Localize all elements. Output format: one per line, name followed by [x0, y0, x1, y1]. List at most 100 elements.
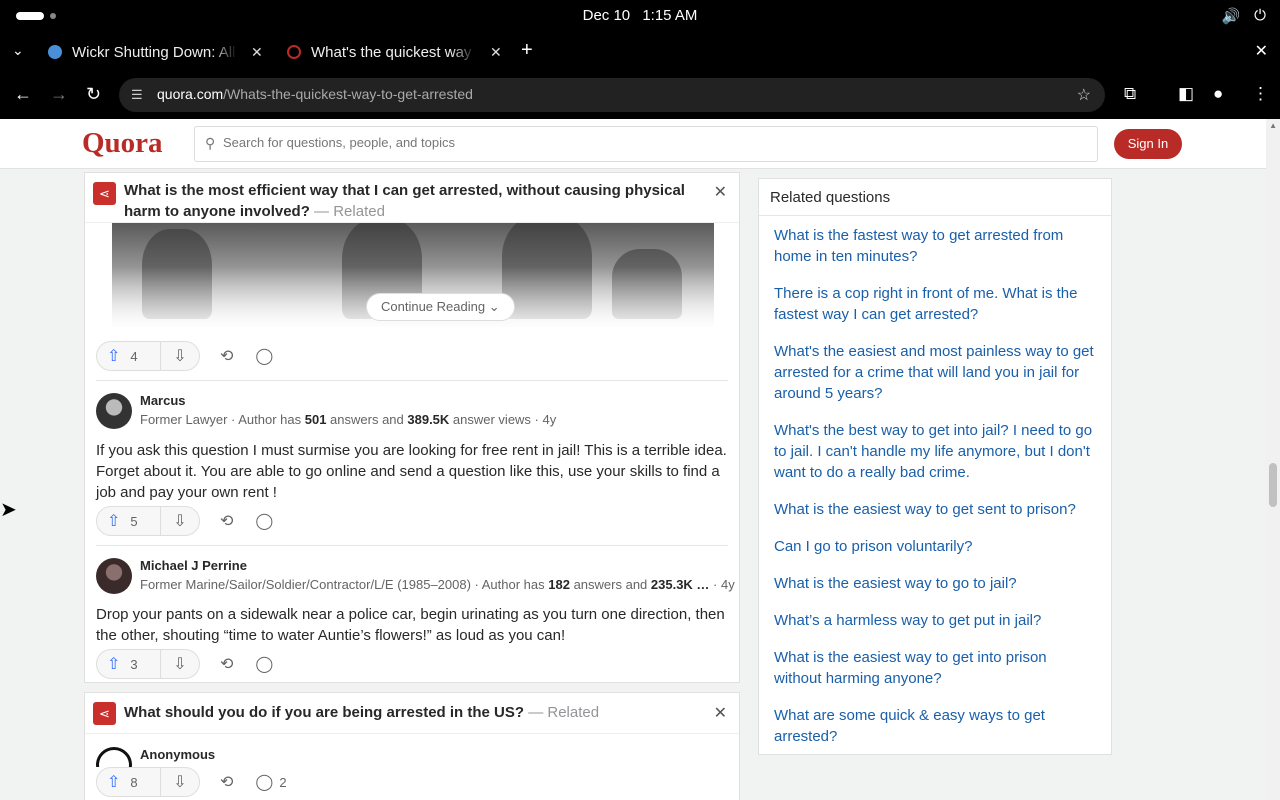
web-page: Quora ⚲ Sign In ⋖ What is the most effic… — [0, 119, 1280, 800]
quora-favicon-icon — [287, 45, 301, 59]
author-name[interactable]: Anonymous — [140, 747, 215, 762]
power-icon[interactable]: ⏻ — [1254, 7, 1266, 25]
upvote-button[interactable]: ⇧ 5 — [97, 507, 161, 535]
downvote-button[interactable]: ⇩ — [161, 511, 199, 531]
answer-actions: ⇧ 4 ⇩ ⟲ ◯ — [96, 341, 273, 371]
author-credential: Former Marine/Sailor/Soldier/Contractor/… — [140, 577, 735, 592]
related-question-link[interactable]: Can I go to prison voluntarily? — [774, 536, 1096, 557]
answer-text[interactable]: If you ask this question I must surmise … — [96, 440, 728, 503]
reload-icon[interactable]: ↻ — [86, 84, 101, 105]
dismiss-close-icon[interactable]: ✕ — [714, 703, 727, 723]
related-question-link[interactable]: What is the easiest way to get into pris… — [774, 647, 1096, 689]
share-repost-icon[interactable]: ⟲ — [220, 346, 233, 366]
page-scrollbar[interactable]: ▲ — [1266, 119, 1280, 800]
related-question-link[interactable]: What’s a harmless way to get put in jail… — [774, 610, 1096, 631]
related-questions-title: Related questions — [759, 179, 1111, 216]
cred-prefix: Former Lawyer · Author has — [140, 412, 305, 427]
volume-icon[interactable]: 🔊 — [1221, 7, 1240, 25]
clock[interactable]: Dec 10 1:15 AM — [0, 7, 1280, 24]
tab-close-icon[interactable]: ✕ — [251, 44, 263, 61]
search-box[interactable]: ⚲ — [194, 126, 1098, 162]
downvote-button[interactable]: ⇩ — [161, 772, 199, 792]
continue-reading-button[interactable]: Continue Reading ⌄ — [366, 293, 515, 321]
downvote-button[interactable]: ⇩ — [161, 654, 199, 674]
author-name[interactable]: Michael J Perrine — [140, 558, 247, 573]
chevron-down-icon: ⌄ — [488, 299, 500, 314]
site-info-icon[interactable]: ☰ — [131, 87, 143, 103]
answers-count: 182 — [548, 577, 570, 592]
cred-suffix: answer views · 4y — [449, 412, 557, 427]
vote-group: ⇧ 4 ⇩ — [96, 341, 200, 371]
os-top-bar: Dec 10 1:15 AM 🔊 ⏻ — [0, 0, 1280, 32]
related-question-link[interactable]: What's the best way to get into jail? I … — [774, 420, 1096, 483]
related-share-icon: ⋖ — [93, 182, 116, 205]
views-count: 389.5K — [407, 412, 450, 427]
share-repost-icon[interactable]: ⟲ — [220, 511, 233, 531]
avatar[interactable] — [96, 558, 132, 594]
quora-logo[interactable]: Quora — [82, 127, 163, 160]
extensions-icon[interactable]: ⧉ — [1124, 84, 1136, 104]
dismiss-close-icon[interactable]: ✕ — [714, 182, 727, 202]
comment-icon[interactable]: ◯ — [255, 654, 273, 674]
author-credential: Former Lawyer · Author has 501 answers a… — [140, 412, 556, 427]
avatar[interactable] — [96, 393, 132, 429]
related-answers-card: ⋖ What is the most efficient way that I … — [84, 172, 740, 683]
browser-toolbar: ← → ↻ ☰ quora.com/Whats-the-quickest-way… — [0, 72, 1280, 119]
comment-icon[interactable]: ◯ — [255, 772, 273, 792]
upvote-arrow-icon: ⇧ — [107, 656, 121, 673]
mouse-cursor-icon: ➤ — [0, 499, 17, 521]
browser-menu-icon[interactable]: ⋮ — [1252, 84, 1269, 104]
tab-strip: ⌄ Wickr Shutting Down: All ✕ What's the … — [0, 32, 1280, 72]
sign-in-button[interactable]: Sign In — [1114, 129, 1182, 159]
url-text[interactable]: quora.com/Whats-the-quickest-way-to-get-… — [157, 86, 473, 102]
related-question-header: ⋖ What should you do if you are being ar… — [85, 693, 739, 734]
new-tab-plus-icon[interactable]: + — [521, 39, 533, 62]
related-question-link[interactable]: What is the fastest way to get arrested … — [774, 225, 1096, 267]
window-close-icon[interactable]: ✕ — [1255, 41, 1268, 61]
url-path: /Whats-the-quickest-way-to-get-arrested — [223, 86, 473, 102]
related-question-title[interactable]: What is the most efficient way that I ca… — [124, 180, 704, 222]
back-arrow-icon[interactable]: ← — [14, 84, 32, 105]
share-repost-icon[interactable]: ⟲ — [220, 772, 233, 792]
related-question-title[interactable]: What should you do if you are being arre… — [124, 702, 704, 723]
related-tag: — Related — [528, 704, 600, 721]
upvote-button[interactable]: ⇧ 8 — [97, 768, 161, 796]
bookmark-star-icon[interactable]: ☆ — [1077, 85, 1091, 105]
clock-time: 1:15 AM — [642, 7, 698, 24]
comment-icon[interactable]: ◯ — [255, 511, 273, 531]
scroll-up-arrow-icon[interactable]: ▲ — [1269, 121, 1277, 130]
related-question-link[interactable]: There is a cop right in front of me. Wha… — [774, 283, 1096, 325]
quora-header: Quora ⚲ Sign In — [0, 119, 1266, 169]
forward-arrow-icon[interactable]: → — [50, 84, 68, 105]
related-question-link[interactable]: What are some quick & easy ways to get a… — [774, 705, 1096, 747]
answer-text[interactable]: Drop your pants on a sidewalk near a pol… — [96, 604, 728, 646]
related-question-link[interactable]: What's the easiest and most painless way… — [774, 341, 1096, 404]
tab-search-chevron-icon[interactable]: ⌄ — [12, 42, 24, 59]
answer-actions: ⇧ 5 ⇩ ⟲ ◯ — [96, 506, 273, 536]
answer-actions: ⇧ 8 ⇩ ⟲ ◯ 2 — [96, 767, 287, 797]
downvote-arrow-icon: ⇩ — [173, 513, 187, 530]
tab-favicon-icon — [48, 45, 62, 59]
comment-icon[interactable]: ◯ — [255, 346, 273, 366]
tab-close-icon[interactable]: ✕ — [490, 44, 502, 61]
related-question-link[interactable]: What is the easiest way to get sent to p… — [774, 499, 1096, 520]
author-name[interactable]: Marcus — [140, 393, 186, 408]
side-panel-icon[interactable]: ◧ — [1178, 84, 1194, 104]
scrollbar-thumb[interactable] — [1269, 463, 1277, 507]
upvote-button[interactable]: ⇧ 4 — [97, 342, 161, 370]
share-repost-icon[interactable]: ⟲ — [220, 654, 233, 674]
upvote-button[interactable]: ⇧ 3 — [97, 650, 161, 678]
tab-wickr[interactable]: Wickr Shutting Down: All ✕ — [48, 36, 263, 68]
downvote-arrow-icon: ⇩ — [173, 348, 187, 365]
related-question-link[interactable]: What is the easiest way to go to jail? — [774, 573, 1096, 594]
search-input[interactable] — [223, 135, 1083, 150]
downvote-button[interactable]: ⇩ — [161, 346, 199, 366]
divider — [96, 545, 728, 546]
upvote-count: 3 — [130, 656, 138, 672]
tab-quora[interactable]: What's the quickest way to ✕ — [287, 36, 502, 68]
divider — [96, 380, 728, 381]
cred-mid: answers and — [569, 577, 651, 592]
address-bar[interactable]: ☰ quora.com/Whats-the-quickest-way-to-ge… — [119, 78, 1105, 112]
profile-icon[interactable]: ● — [1213, 84, 1223, 104]
views-count: 235.3K … — [650, 577, 710, 592]
